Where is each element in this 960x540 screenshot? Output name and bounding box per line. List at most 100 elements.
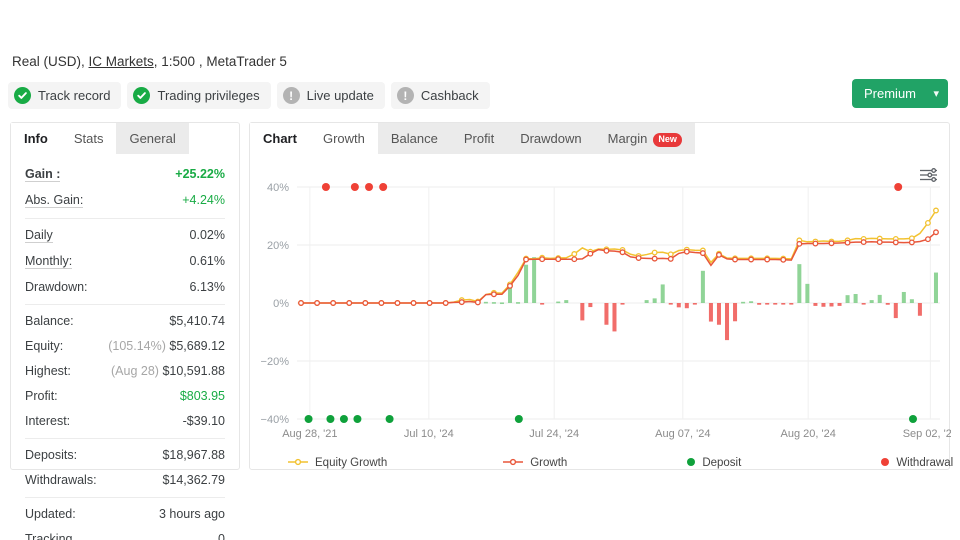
status-badge-label: Track record — [38, 88, 111, 103]
legend-label: Withdrawal — [896, 457, 954, 469]
status-badge[interactable]: Trading privileges — [127, 82, 271, 109]
info-row: Drawdown: 6.13% — [25, 274, 225, 299]
chart-bar — [676, 303, 681, 308]
deposit-marker[interactable] — [304, 415, 313, 423]
chart-bar — [612, 303, 617, 332]
chart-point — [933, 229, 939, 236]
info-row-value: +4.24% — [182, 193, 225, 207]
chart-point — [394, 300, 401, 306]
tab-growth[interactable]: Growth — [309, 123, 378, 154]
chart-bar — [781, 303, 786, 305]
exclamation-circle-icon: ! — [282, 87, 300, 104]
info-row: Withdrawals: $14,362.79 — [25, 467, 225, 492]
chart-point — [876, 239, 883, 246]
status-badge[interactable]: ! Cashback — [390, 82, 490, 109]
chart-bar — [861, 303, 866, 305]
info-row-value: 3 hours ago — [159, 507, 225, 521]
info-row-label[interactable]: Daily — [25, 228, 53, 243]
info-row: Interest: -$39.10 — [25, 408, 225, 433]
legend-item[interactable]: Growth — [503, 457, 567, 469]
tab-stats[interactable]: Stats — [60, 123, 117, 154]
tab-general[interactable]: General — [116, 123, 189, 154]
premium-button[interactable]: Premium ▾ — [852, 79, 948, 108]
chart-bar — [829, 303, 834, 307]
chart-bar — [564, 300, 569, 303]
info-row-value: $14,362.79 — [162, 473, 225, 487]
info-row-value-text: 0 — [218, 531, 225, 540]
chart-point — [426, 300, 433, 306]
chart-legend: Equity Growth Growth Deposit Withdrawal — [250, 457, 953, 469]
account-leverage-platform-text: , 1:500 , MetaTrader 5 — [153, 54, 287, 69]
chart-bar — [588, 303, 593, 308]
chart-bar — [652, 298, 657, 303]
deposit-marker[interactable] — [514, 415, 523, 423]
x-axis-tick-label: Aug 07, '24 — [655, 428, 710, 440]
tab-label: General — [129, 131, 176, 146]
chart-point — [716, 251, 722, 258]
chart-point — [764, 256, 771, 263]
chart-bar — [917, 303, 922, 316]
chart-point — [474, 299, 481, 306]
chart-point — [933, 207, 939, 214]
chart-point — [555, 256, 562, 263]
sliders-icon[interactable] — [915, 163, 941, 187]
info-row-label[interactable]: Abs. Gain: — [25, 193, 84, 208]
withdrawal-marker[interactable] — [350, 183, 359, 191]
info-row-value: (Aug 28) $10,591.88 — [111, 364, 225, 378]
info-row: Monthly: 0.61% — [25, 248, 225, 274]
tab-margin[interactable]: Margin New — [594, 123, 695, 154]
deposit-marker[interactable] — [908, 415, 917, 423]
chart-point — [844, 239, 851, 246]
status-badge[interactable]: Track record — [8, 82, 122, 109]
premium-label: Premium — [864, 86, 917, 101]
info-row-label[interactable]: Gain : — [25, 167, 61, 182]
deposit-marker[interactable] — [339, 415, 348, 423]
info-row-value-text: $5,689.12 — [169, 338, 225, 353]
tab-label: Drawdown — [520, 131, 582, 146]
legend-label: Deposit — [702, 457, 742, 469]
info-row: Tracking 0 — [25, 526, 225, 540]
info-row-value-text: $14,362.79 — [162, 472, 225, 487]
tab-profit[interactable]: Profit — [450, 123, 508, 154]
legend-label: Equity Growth — [315, 457, 388, 469]
chart-point — [667, 255, 674, 262]
legend-item[interactable]: Withdrawal — [881, 457, 953, 469]
divider — [25, 304, 225, 305]
info-row: Balance: $5,410.74 — [25, 308, 225, 333]
legend-item[interactable]: Equity Growth — [288, 457, 387, 469]
chart-point — [796, 240, 803, 247]
chart-point — [298, 300, 304, 306]
info-rows-container: Gain : +25.22% Abs. Gain: +4.24% Daily 0.02% M… — [11, 157, 239, 540]
deposit-marker[interactable] — [385, 415, 394, 423]
chart-point — [812, 240, 819, 247]
deposit-marker[interactable] — [326, 415, 335, 423]
info-row-label: Equity: — [25, 338, 64, 353]
info-panel: Info Stats General Gain : +25.22% Abs. Gain:… — [10, 122, 240, 540]
tab-info[interactable]: Info — [11, 123, 61, 154]
chart-bar — [909, 299, 914, 303]
growth-chart-svg[interactable]: 40% 20% 0% −20% −40% Aug 28, '21 Jul 10, '24 Ju… — [250, 157, 958, 457]
tab-label: Profit — [463, 131, 495, 146]
chart-point — [667, 251, 674, 258]
chart-bar — [757, 303, 762, 305]
account-type-text: Real (USD), — [12, 54, 89, 69]
info-row: Deposits: $18,967.88 — [25, 442, 225, 467]
withdrawal-marker[interactable] — [894, 183, 903, 191]
withdrawal-marker[interactable] — [321, 183, 330, 191]
info-row-label[interactable]: Monthly: — [25, 254, 73, 269]
chart-bar — [700, 270, 705, 303]
withdrawal-marker[interactable] — [365, 183, 374, 191]
tab-chart[interactable]: Chart — [250, 123, 310, 154]
status-badge[interactable]: ! Live update — [276, 82, 385, 109]
legend-item[interactable]: Deposit — [687, 457, 741, 469]
chart-point — [378, 300, 385, 306]
tab-balance[interactable]: Balance — [377, 123, 451, 154]
status-badge-label: Cashback — [420, 88, 479, 103]
chart-bar — [491, 302, 496, 304]
tab-drawdown[interactable]: Drawdown — [507, 123, 595, 154]
chart-bar — [724, 303, 730, 341]
broker-link[interactable]: IC Markets — [89, 54, 154, 69]
check-circle-icon — [14, 87, 31, 104]
withdrawal-marker[interactable] — [379, 183, 388, 191]
deposit-marker[interactable] — [353, 415, 362, 423]
